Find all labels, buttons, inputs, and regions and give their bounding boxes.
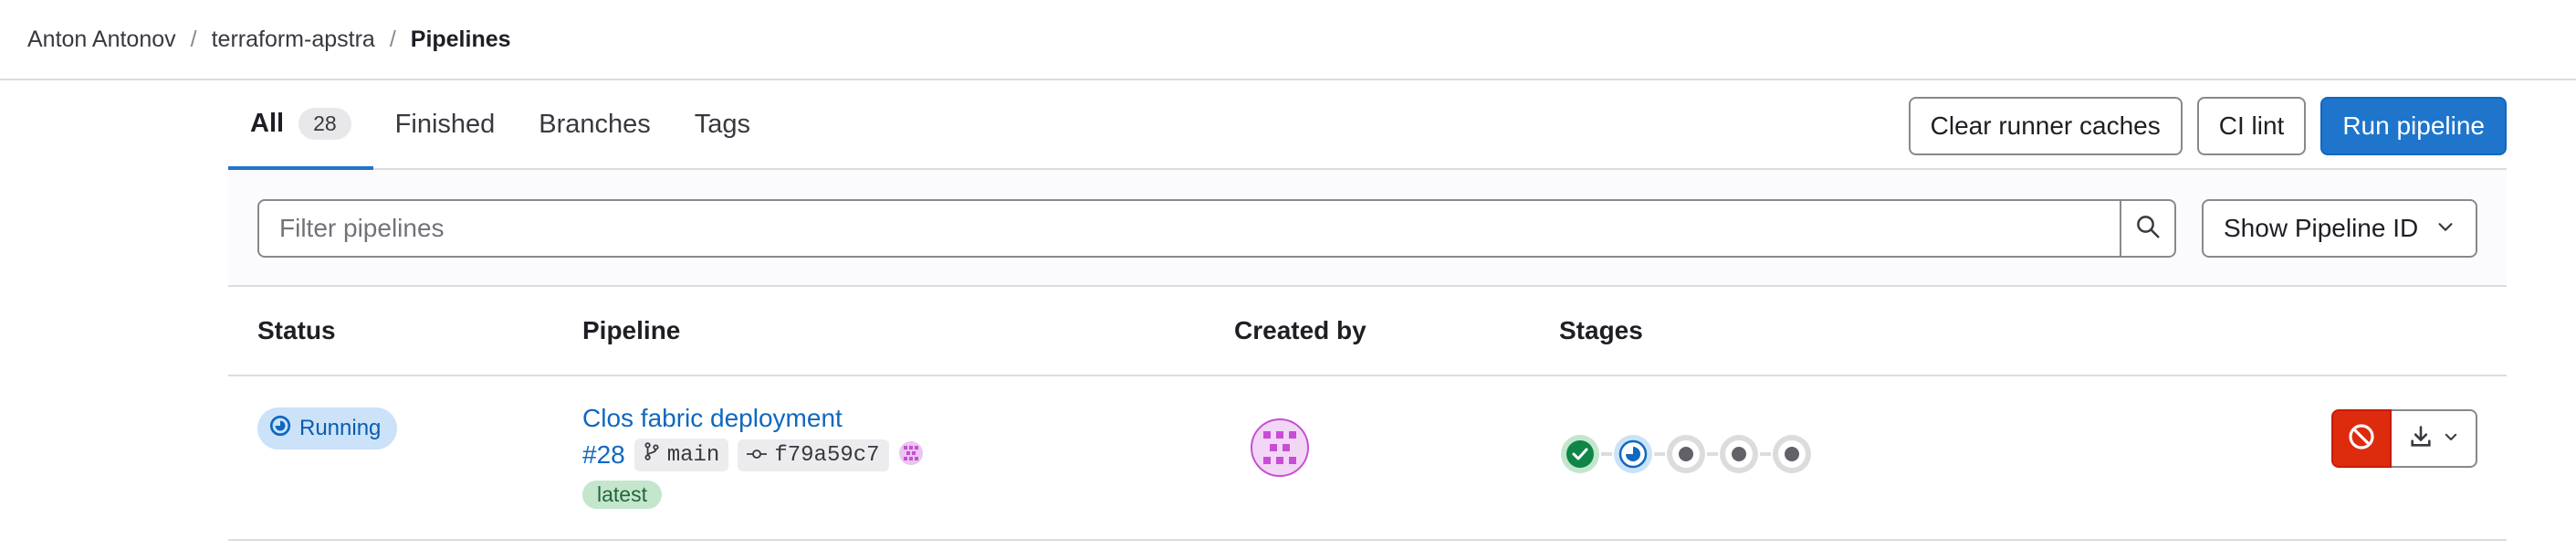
cancel-icon: [2347, 422, 2376, 456]
header-pipeline: Pipeline: [582, 316, 681, 344]
branch-chip[interactable]: main: [634, 439, 729, 471]
commit-sha: f79a59c7: [774, 442, 880, 468]
commit-chip[interactable]: f79a59c7: [738, 439, 889, 471]
chevron-down-icon: [2443, 428, 2459, 450]
pipeline-id-link[interactable]: #28: [582, 440, 625, 470]
branch-icon: [644, 442, 660, 468]
tab-branches[interactable]: Branches: [517, 80, 673, 168]
stage-connector: [1760, 452, 1771, 456]
status-label: Running: [299, 416, 382, 440]
chevron-down-icon: [2435, 214, 2456, 243]
search-icon: [2134, 213, 2162, 245]
stage-connector: [1707, 452, 1718, 456]
commit-icon: [747, 443, 768, 468]
commit-author-avatar[interactable]: [898, 440, 924, 471]
breadcrumb-current[interactable]: Pipelines: [411, 26, 511, 53]
status-running-icon: [268, 414, 292, 444]
tab-all[interactable]: All 28: [228, 80, 373, 170]
pipelines-content: All 28 Finished Branches Tags Clear runn…: [228, 80, 2507, 541]
cancel-pipeline-button[interactable]: [2331, 409, 2392, 468]
stage-running[interactable]: [1612, 433, 1654, 475]
status-badge[interactable]: Running: [257, 407, 398, 450]
tab-tags[interactable]: Tags: [673, 80, 772, 168]
creator-avatar[interactable]: [1251, 418, 1309, 481]
tab-all-count: 28: [298, 107, 351, 140]
run-pipeline-button[interactable]: Run pipeline: [2320, 97, 2507, 155]
breadcrumb-user[interactable]: Anton Antonov: [27, 26, 176, 53]
breadcrumb: Anton Antonov / terraform-apstra / Pipel…: [0, 0, 2576, 80]
breadcrumb-project[interactable]: terraform-apstra: [212, 26, 375, 53]
pipeline-stages: [1559, 433, 1813, 475]
tab-all-label: All: [250, 108, 285, 138]
show-pipeline-id-dropdown[interactable]: Show Pipeline ID: [2202, 199, 2477, 258]
header-status: Status: [257, 316, 336, 344]
download-artifacts-button[interactable]: [2392, 409, 2477, 468]
row-actions: [2331, 409, 2477, 468]
stage-connector: [1654, 452, 1665, 456]
pipeline-title-link[interactable]: Clos fabric deployment: [582, 404, 924, 433]
pipeline-cell: Clos fabric deployment #28 main f79a59c7: [582, 404, 924, 509]
stage-created[interactable]: [1771, 433, 1813, 475]
clear-runner-caches-button[interactable]: Clear runner caches: [1908, 97, 2183, 155]
stage-connector: [1601, 452, 1612, 456]
latest-badge: latest: [582, 481, 662, 509]
pipeline-meta: #28 main f79a59c7: [582, 439, 924, 471]
show-pipeline-id-label: Show Pipeline ID: [2224, 214, 2419, 242]
breadcrumb-separator: /: [389, 26, 396, 52]
stage-success[interactable]: [1559, 433, 1601, 475]
breadcrumb-separator: /: [190, 26, 197, 52]
ci-lint-button[interactable]: CI lint: [2196, 97, 2307, 155]
table-header: Status Pipeline Created by Stages: [228, 287, 2507, 376]
pipeline-actions: Clear runner caches CI lint Run pipeline: [1908, 97, 2507, 155]
header-stages: Stages: [1559, 316, 1643, 344]
stage-created[interactable]: [1665, 433, 1707, 475]
table-row: Running Clos fabric deployment #28 main …: [228, 376, 2507, 541]
branch-name: main: [666, 442, 720, 468]
filter-bar: Filter pipelines Show Pipeline ID: [228, 170, 2507, 287]
header-created-by: Created by: [1234, 316, 1367, 344]
download-icon: [2408, 424, 2434, 454]
filter-pipelines-input[interactable]: Filter pipelines: [257, 199, 2121, 258]
tab-finished[interactable]: Finished: [373, 80, 518, 168]
search-button[interactable]: [2120, 199, 2176, 258]
stage-created[interactable]: [1718, 433, 1760, 475]
tabs-row: All 28 Finished Branches Tags Clear runn…: [228, 80, 2507, 170]
